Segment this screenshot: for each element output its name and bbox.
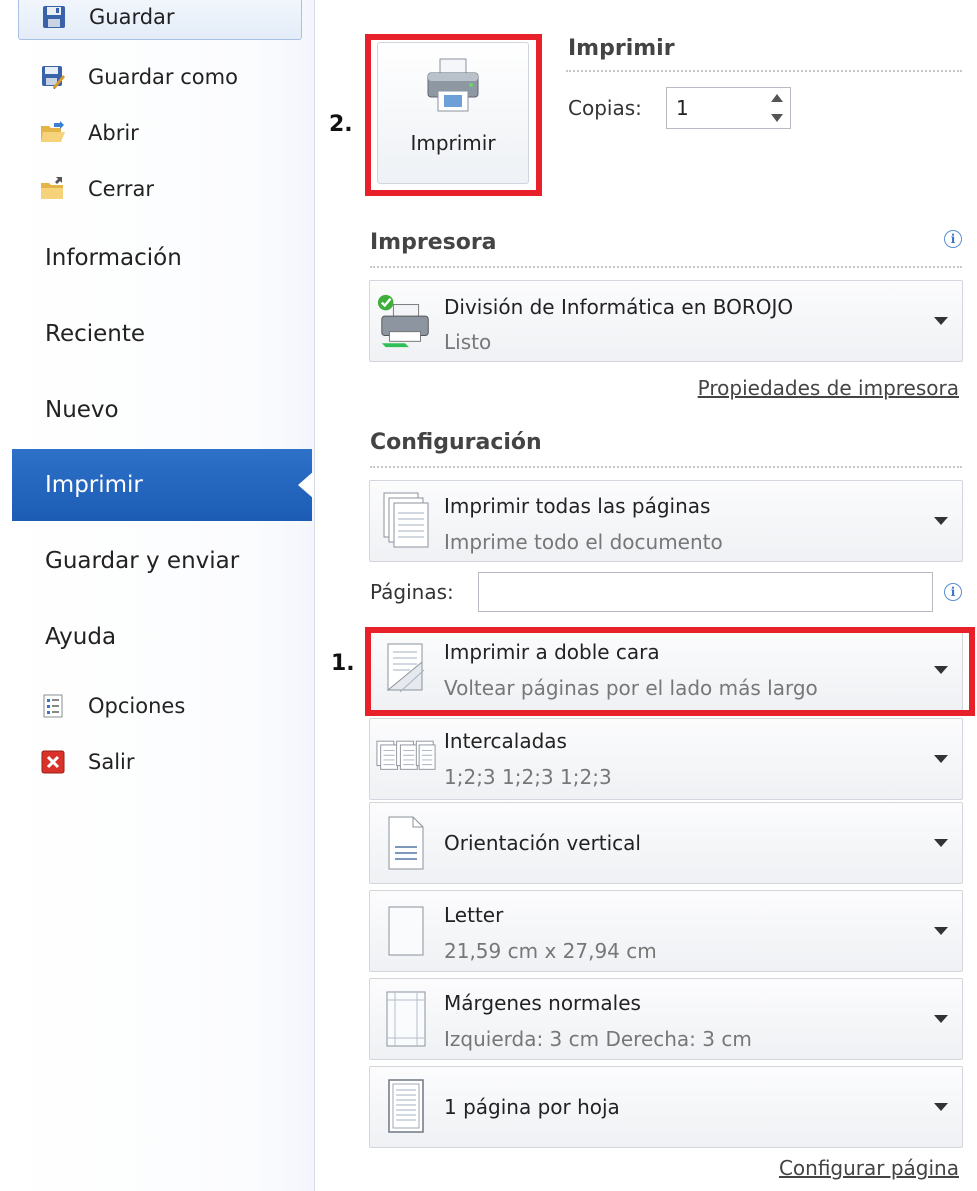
- save-label: Guardar: [89, 5, 175, 29]
- copies-value: 1: [676, 96, 689, 120]
- open-label: Abrir: [88, 121, 139, 145]
- print-range-main: Imprimir todas las páginas: [444, 494, 711, 518]
- pages-info-icon[interactable]: i: [944, 583, 962, 601]
- print-button-label: Imprimir: [410, 131, 496, 155]
- printer-status: Listo: [444, 330, 492, 354]
- paper-size-dropdown[interactable]: Letter 21,59 cm x 27,94 cm: [369, 890, 963, 972]
- collation-sub: 1;2;3 1;2;3 1;2;3: [444, 765, 612, 789]
- tab-imprimir[interactable]: Imprimir: [12, 449, 314, 521]
- printer-dropdown[interactable]: División de Informática en BOROJO Listo: [369, 280, 963, 362]
- options-command[interactable]: Opciones: [18, 683, 302, 729]
- orientation-main: Orientación vertical: [444, 831, 641, 855]
- orientation-dropdown[interactable]: Orientación vertical: [369, 802, 963, 884]
- pages-input[interactable]: [478, 572, 933, 612]
- print-section-title: Imprimir: [568, 36, 675, 61]
- duplex-main: Imprimir a doble cara: [444, 640, 660, 664]
- tab-ayuda-label: Ayuda: [45, 624, 117, 650]
- close-command[interactable]: Cerrar: [18, 166, 302, 212]
- printer-section-divider: [370, 266, 962, 268]
- options-icon: [40, 693, 66, 719]
- chevron-down-icon: [934, 666, 948, 674]
- open-folder-icon: [40, 120, 66, 146]
- step-1-label: 1.: [331, 651, 355, 676]
- exit-icon: [40, 749, 66, 775]
- tab-nuevo-label: Nuevo: [45, 397, 119, 423]
- margins-icon: [376, 989, 436, 1049]
- save-icon: [41, 4, 67, 30]
- chevron-down-icon: [934, 927, 948, 935]
- paper-size-sub: 21,59 cm x 27,94 cm: [444, 939, 657, 963]
- duplex-dropdown[interactable]: Imprimir a doble cara Voltear páginas po…: [369, 629, 963, 711]
- printer-properties-link[interactable]: Propiedades de impresora: [698, 376, 959, 400]
- margins-dropdown[interactable]: Márgenes normales Izquierda: 3 cm Derech…: [369, 978, 963, 1060]
- duplex-sub: Voltear páginas por el lado más largo: [444, 676, 818, 700]
- tab-reciente[interactable]: Reciente: [12, 298, 312, 370]
- copies-spin-buttons[interactable]: [768, 92, 786, 124]
- pages-label: Páginas:: [370, 580, 454, 604]
- printer-name: División de Informática en BOROJO: [444, 295, 794, 319]
- tab-ayuda[interactable]: Ayuda: [12, 601, 312, 673]
- spin-up-icon[interactable]: [770, 92, 784, 104]
- margins-main: Márgenes normales: [444, 991, 641, 1015]
- copies-label: Copias:: [568, 96, 642, 120]
- printer-info-icon[interactable]: i: [944, 230, 962, 248]
- exit-command[interactable]: Salir: [18, 739, 302, 785]
- save-as-command[interactable]: Guardar como: [18, 54, 302, 100]
- printer-icon: [424, 57, 482, 117]
- chevron-down-icon: [934, 755, 948, 763]
- pages-per-sheet-dropdown[interactable]: 1 página por hoja: [369, 1066, 963, 1148]
- printer-section-title: Impresora: [370, 230, 497, 255]
- save-as-icon: [40, 64, 66, 90]
- paper-size-icon: [376, 901, 436, 961]
- backstage-sidebar: Guardar Guardar como Abrir Cerrar Inform…: [0, 0, 315, 1191]
- open-command[interactable]: Abrir: [18, 110, 302, 156]
- tab-nuevo[interactable]: Nuevo: [12, 374, 312, 446]
- settings-section-divider: [370, 466, 962, 468]
- collation-dropdown[interactable]: Intercaladas 1;2;3 1;2;3 1;2;3: [369, 718, 963, 800]
- tab-reciente-label: Reciente: [45, 321, 146, 347]
- chevron-down-icon: [934, 317, 948, 325]
- close-folder-icon: [40, 176, 66, 202]
- tab-guardar-y-enviar[interactable]: Guardar y enviar: [12, 525, 312, 597]
- step-2-label: 2.: [329, 112, 353, 137]
- copies-stepper[interactable]: 1: [666, 87, 791, 129]
- print-range-dropdown[interactable]: Imprimir todas las páginas Imprime todo …: [369, 480, 963, 562]
- collated-icon: [376, 729, 436, 789]
- tab-informacion-label: Información: [45, 245, 182, 271]
- printer-ready-icon: [376, 291, 436, 351]
- duplex-icon: [376, 640, 436, 700]
- portrait-icon: [376, 813, 436, 873]
- page-setup-link[interactable]: Configurar página: [779, 1156, 959, 1180]
- chevron-down-icon: [934, 517, 948, 525]
- pages-per-sheet-icon: [376, 1077, 436, 1137]
- collation-main: Intercaladas: [444, 729, 567, 753]
- spin-down-icon[interactable]: [770, 112, 784, 124]
- chevron-down-icon: [934, 1015, 948, 1023]
- paper-size-main: Letter: [444, 903, 504, 927]
- options-label: Opciones: [88, 694, 186, 718]
- settings-section-title: Configuración: [370, 430, 542, 455]
- tab-informacion[interactable]: Información: [12, 222, 312, 294]
- save-command[interactable]: Guardar: [18, 0, 302, 40]
- all-pages-icon: [376, 491, 436, 551]
- tab-guardar-y-enviar-label: Guardar y enviar: [45, 548, 240, 574]
- close-label: Cerrar: [88, 177, 154, 201]
- tab-imprimir-label: Imprimir: [45, 472, 143, 498]
- print-range-sub: Imprime todo el documento: [444, 530, 723, 554]
- margins-sub: Izquierda: 3 cm Derecha: 3 cm: [444, 1027, 752, 1051]
- pages-per-sheet-main: 1 página por hoja: [444, 1095, 620, 1119]
- print-button[interactable]: Imprimir: [377, 42, 529, 184]
- chevron-down-icon: [934, 839, 948, 847]
- chevron-down-icon: [934, 1103, 948, 1111]
- exit-label: Salir: [88, 750, 135, 774]
- print-section-divider: [566, 70, 962, 72]
- save-as-label: Guardar como: [88, 65, 238, 89]
